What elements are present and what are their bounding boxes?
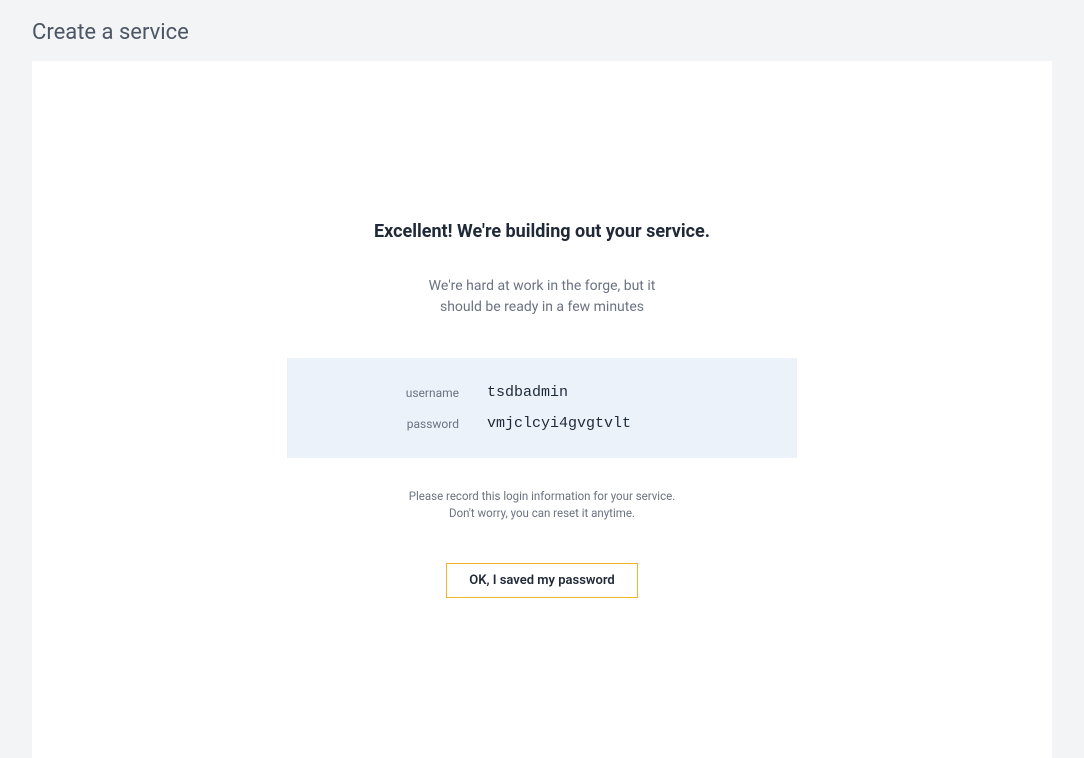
info-text: Please record this login information for… (409, 488, 676, 523)
confirm-saved-password-button[interactable]: OK, I saved my password (446, 563, 637, 598)
password-row: password vmjclcyi4gvgtvlt (287, 415, 797, 432)
page-header: Create a service (0, 0, 1084, 61)
service-creation-card: Excellent! We're building out your servi… (32, 61, 1052, 758)
main-heading: Excellent! We're building out your servi… (374, 221, 710, 242)
password-value: vmjclcyi4gvgtvlt (487, 415, 631, 432)
sub-text-line2: should be ready in a few minutes (429, 297, 656, 318)
username-row: username tsdbadmin (287, 384, 797, 401)
username-value: tsdbadmin (487, 384, 568, 401)
info-line1: Please record this login information for… (409, 488, 676, 505)
sub-text: We're hard at work in the forge, but it … (429, 276, 656, 318)
credentials-box: username tsdbadmin password vmjclcyi4gvg… (287, 358, 797, 458)
info-line2: Don't worry, you can reset it anytime. (409, 505, 676, 522)
username-label: username (287, 386, 487, 400)
page-title: Create a service (32, 20, 1052, 45)
sub-text-line1: We're hard at work in the forge, but it (429, 276, 656, 297)
password-label: password (287, 417, 487, 431)
